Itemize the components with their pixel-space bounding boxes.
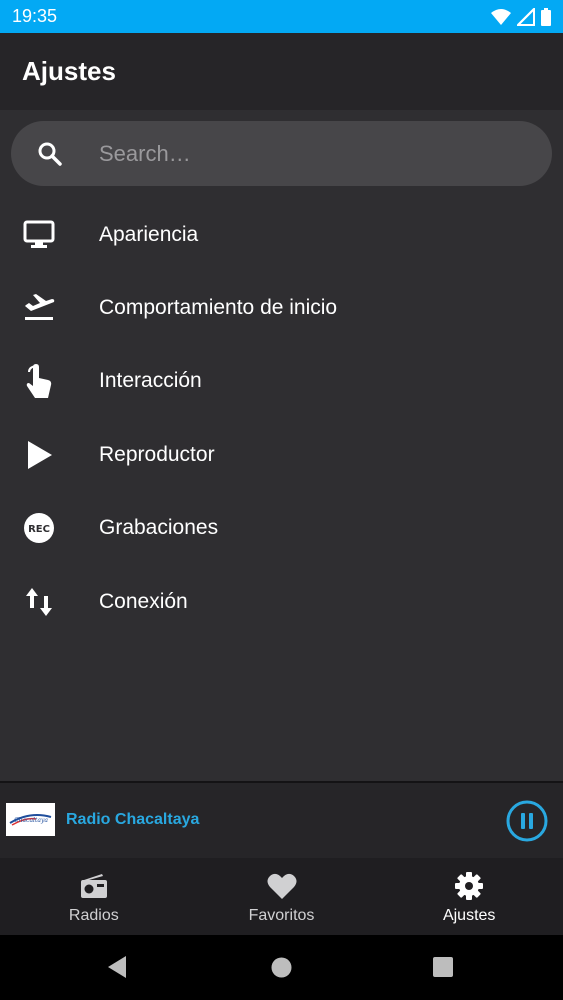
station-logo-text: Chacaltaya [14,817,48,824]
home-icon[interactable] [271,957,292,983]
battery-icon [541,7,551,26]
back-icon[interactable] [106,955,128,984]
settings-menu: Apariencia Comportamiento de inicio Inte… [0,198,563,638]
menu-item-label: Interacción [99,369,202,393]
menu-item-label: Reproductor [99,442,215,466]
app-bar: Ajustes [0,33,563,110]
now-playing-bar[interactable]: Chacaltaya Radio Chacaltaya [0,781,563,858]
search-input[interactable] [99,121,519,186]
recents-icon[interactable] [433,957,453,982]
bottom-navigation: Radios Favoritos Ajustes [0,858,563,935]
touch-icon [22,364,56,399]
nav-label: Favoritos [248,907,315,924]
nav-label: Radios [68,907,119,924]
search-bar[interactable] [11,121,552,186]
status-bar: 19:35 [0,0,563,33]
nav-item-favoritos[interactable]: Favoritos [188,858,376,935]
heart-icon [267,871,297,901]
play-icon [22,438,56,472]
flight-takeoff-icon [22,291,56,325]
wifi-icon [491,8,511,25]
radio-icon [79,871,109,901]
nav-item-ajustes[interactable]: Ajustes [375,858,563,935]
menu-item-reproductor[interactable]: Reproductor [0,418,563,491]
menu-item-comportamiento-de-inicio[interactable]: Comportamiento de inicio [0,271,563,344]
page-title: Ajustes [22,56,116,86]
station-name: Radio Chacaltaya [66,811,200,828]
gear-icon [454,871,484,901]
pause-button[interactable] [506,800,548,842]
search-icon[interactable] [37,141,63,172]
menu-item-label: Comportamiento de inicio [99,296,338,320]
menu-item-grabaciones[interactable]: REC Grabaciones [0,492,563,565]
menu-item-apariencia[interactable]: Apariencia [0,198,563,271]
nav-item-radios[interactable]: Radios [0,858,188,935]
rec-icon: REC [22,511,56,545]
monitor-icon [22,218,56,252]
menu-item-label: Apariencia [99,222,199,246]
nav-label: Ajustes [442,907,496,924]
rec-icon-text: REC [28,524,50,535]
menu-item-conexion[interactable]: Conexión [0,565,563,638]
signal-icon [517,7,535,26]
status-icons [491,7,551,26]
status-time: 19:35 [12,6,58,26]
swap-vertical-icon [22,585,56,619]
system-navigation-bar [0,935,563,1000]
station-logo: Chacaltaya [6,803,55,836]
menu-item-interaccion[interactable]: Interacción [0,345,563,418]
pause-icon [506,800,548,842]
menu-item-label: Grabaciones [99,516,219,540]
menu-item-label: Conexión [99,589,188,613]
